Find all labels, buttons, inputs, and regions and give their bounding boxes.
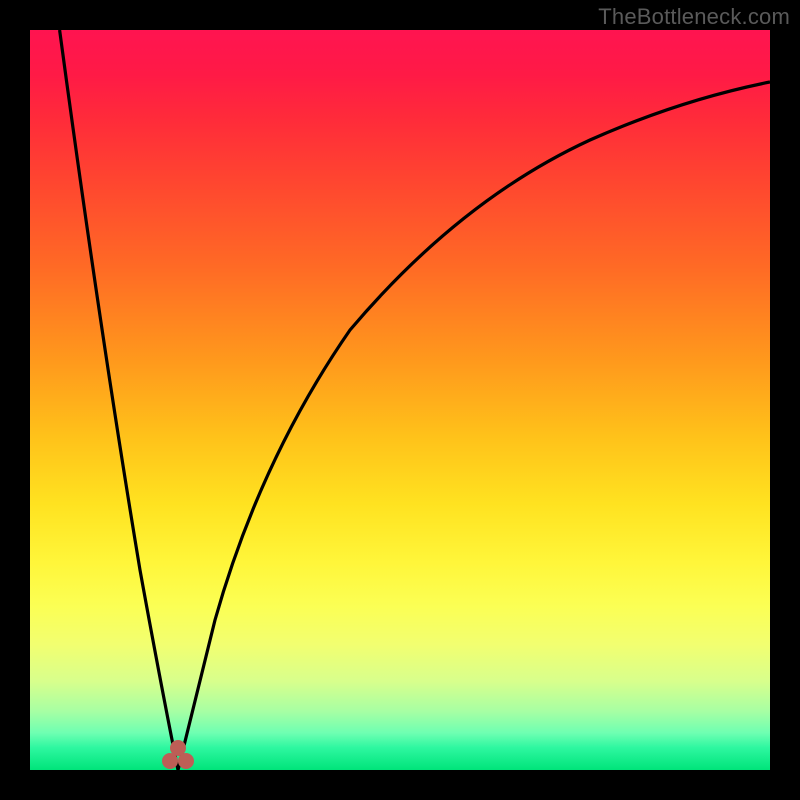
left-branch-curve — [60, 30, 178, 770]
min-marker-dot — [170, 740, 186, 756]
right-branch-curve — [178, 82, 770, 770]
chart-svg — [30, 30, 770, 770]
watermark-text: TheBottleneck.com — [598, 4, 790, 30]
plot-area — [30, 30, 770, 770]
chart-frame: TheBottleneck.com — [0, 0, 800, 800]
